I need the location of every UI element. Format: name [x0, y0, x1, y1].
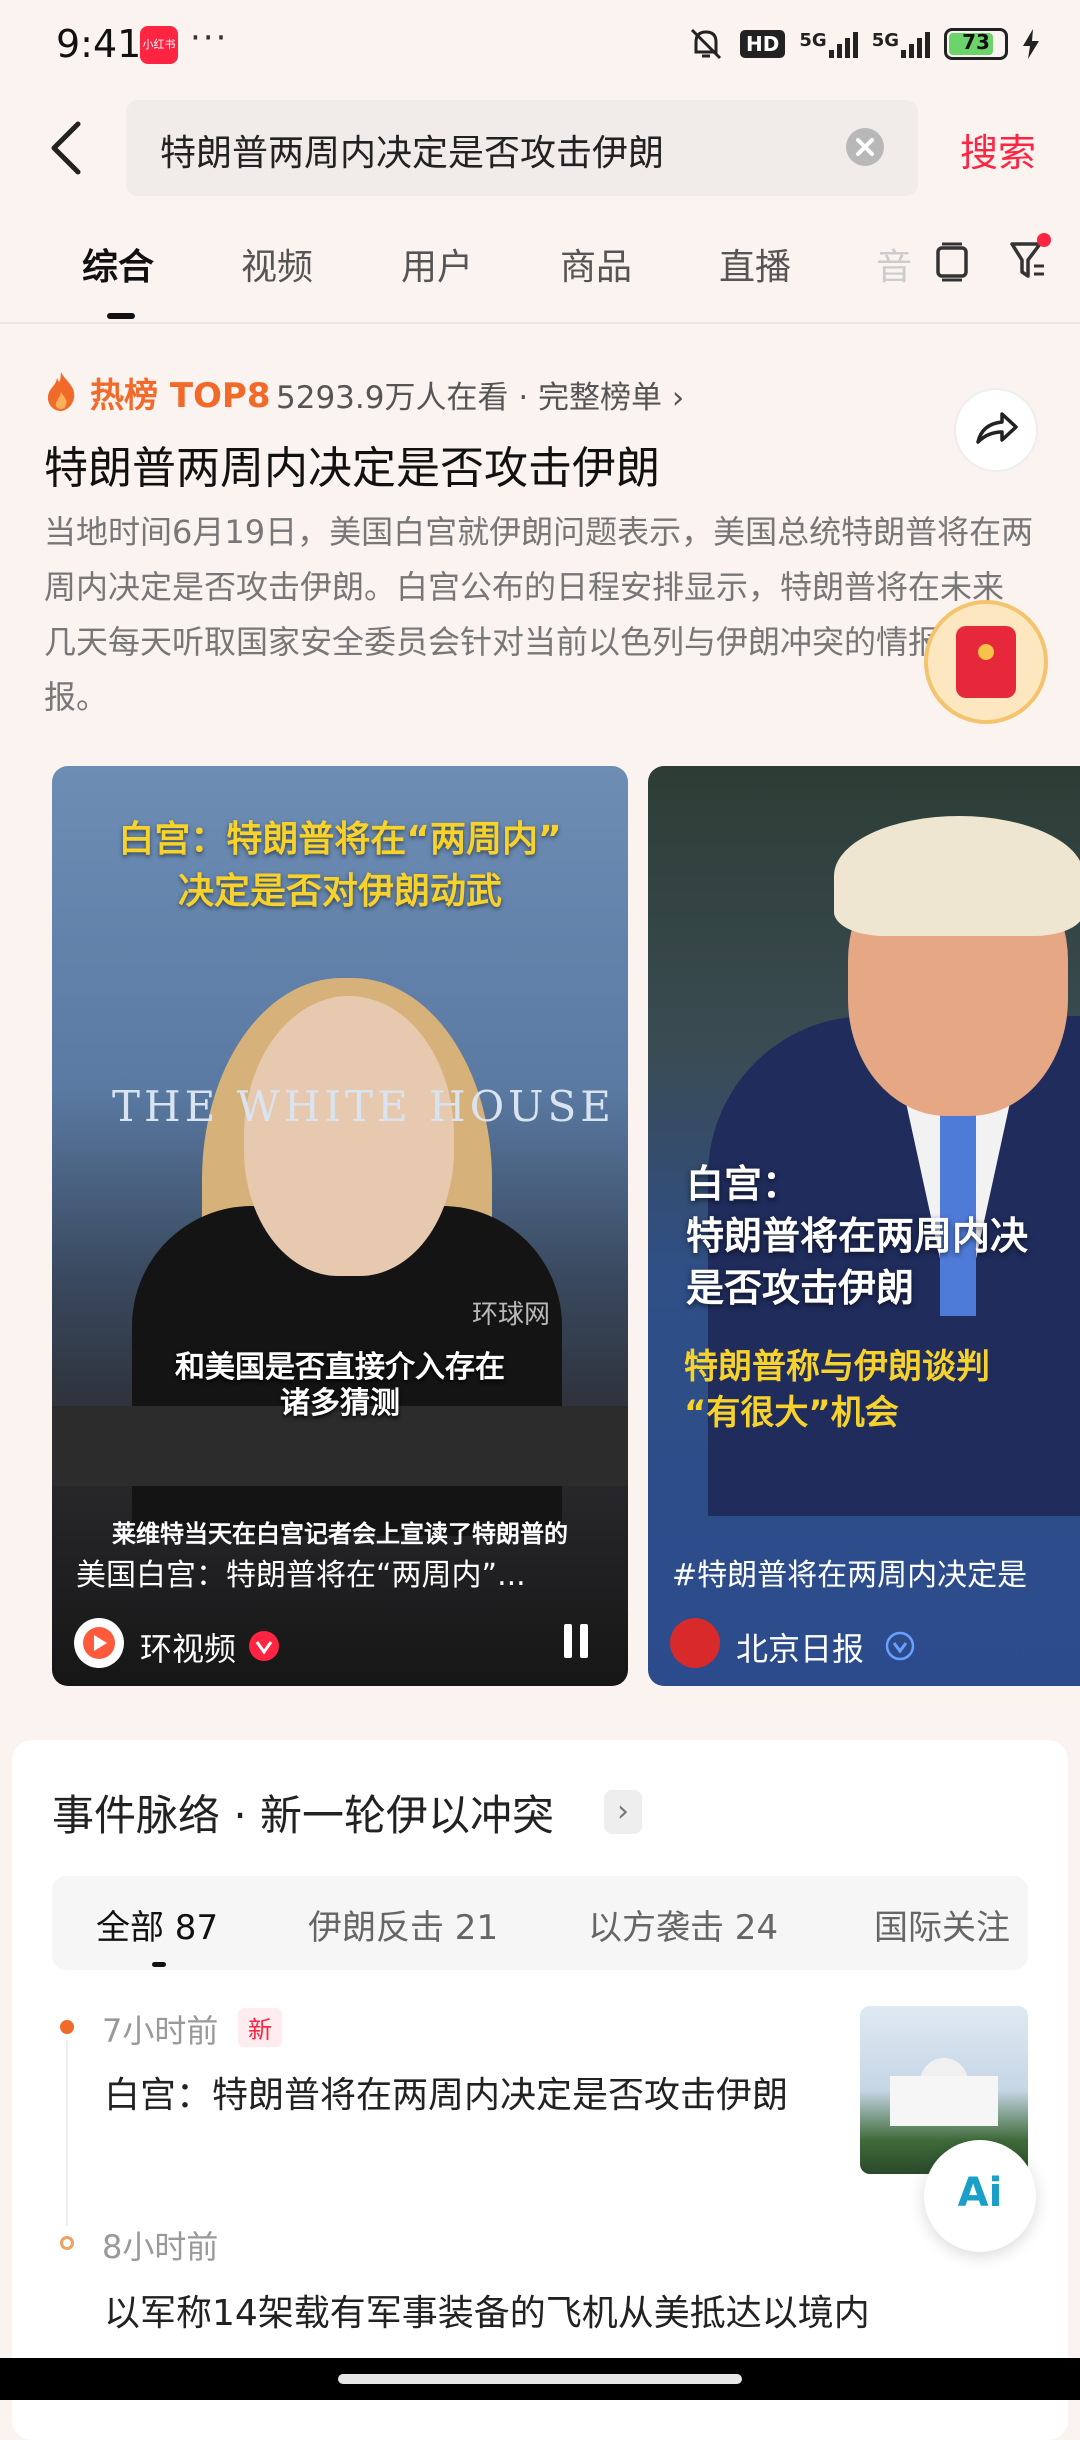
chevron-right-icon[interactable]: › — [604, 1790, 642, 1834]
ai-assistant-button[interactable]: Ai — [924, 2140, 1036, 2252]
author-name[interactable]: 北京日报 — [736, 1624, 864, 1670]
video-headline-line: 是否攻击伊朗 — [686, 1266, 915, 1310]
video-title: #特朗普将在两周内决定是 — [672, 1558, 1028, 1593]
hot-list-viewers-link[interactable]: 5293.9万人在看 · 完整榜单 › — [276, 372, 684, 417]
tab-live[interactable]: 直播 — [719, 238, 791, 290]
signal-bars-icon — [828, 30, 858, 58]
ai-icon: Ai — [957, 2170, 1003, 2216]
red-envelope-button[interactable] — [924, 600, 1048, 724]
status-bar: 9:41 小红书 ··· HD 5G 5G 73 — [0, 0, 1080, 90]
tabs-divider — [0, 322, 1080, 324]
active-tab-indicator — [107, 313, 135, 319]
video-title: 美国白宫：特朗普将在“两周内”... — [76, 1558, 526, 1593]
verified-blue-icon — [885, 1631, 915, 1661]
search-query-text[interactable]: 特朗普两周内决定是否攻击伊朗 — [160, 124, 664, 176]
new-badge: 新 — [238, 2008, 282, 2047]
video-card[interactable]: THE WHITE HOUSE 白宫：特朗普将在“两周内” 决定是否对伊朗动武 … — [52, 766, 628, 1686]
video-headline-line: 白宫：特朗普将在“两周内” — [118, 819, 562, 860]
author-name[interactable]: 环视频 — [140, 1624, 236, 1670]
pause-icon[interactable] — [564, 1624, 590, 1658]
timeline-item[interactable]: 以军称14架载有军事装备的飞机从美抵达以境内 — [104, 2284, 1004, 2336]
timeline-item[interactable]: 白宫：特朗普将在两周内决定是否攻击伊朗 — [104, 2068, 824, 2124]
hd-badge: HD — [740, 30, 786, 58]
timeline-title[interactable]: 事件脉络 · 新一轮伊以冲突 — [52, 1782, 554, 1843]
video-thumbnail-face — [244, 996, 454, 1276]
clock: 9:41 — [56, 22, 142, 66]
timeline-time: 7小时前 — [102, 2012, 219, 2050]
backdrop-text: THE WHITE HOUSE — [112, 1082, 615, 1131]
video-headline-line: 特朗普将在两周内决 — [686, 1214, 1029, 1258]
video-headline: 白宫：特朗普将在“两周内” 决定是否对伊朗动武 — [52, 814, 628, 918]
signal-bars-icon — [901, 30, 930, 58]
timeline-dot — [60, 2236, 74, 2250]
filter-international[interactable]: 国际关注 — [874, 1900, 1010, 1949]
tab-users[interactable]: 用户 — [401, 238, 473, 290]
video-caption: 莱维特当天在白宫记者会上宣读了特朗普的 — [112, 1520, 568, 1548]
signal-2: 5G — [872, 30, 930, 58]
charging-bolt-icon — [1023, 29, 1039, 59]
video-thumbnail-hair — [834, 816, 1080, 936]
hot-list-rank[interactable]: 热榜 TOP8 — [90, 368, 271, 417]
status-icons: HD 5G 5G 73 — [686, 26, 1040, 62]
topic-title[interactable]: 特朗普两周内决定是否攻击伊朗 — [44, 432, 660, 496]
video-headline: 白宫： 特朗普将在两周内决 是否攻击伊朗 — [686, 1158, 1028, 1314]
home-indicator[interactable] — [338, 2374, 742, 2384]
video-headline-line: 白宫： — [686, 1162, 801, 1206]
author-avatar[interactable] — [670, 1618, 720, 1668]
close-icon — [856, 138, 874, 156]
topic-description: 当地时间6月19日，美国白宫就伊朗问题表示，美国总统特朗普将在两周内决定是否攻击… — [44, 513, 1034, 716]
signal-1: 5G — [799, 30, 858, 58]
network-type-2: 5G — [871, 30, 899, 51]
timeline-time: 8小时前 — [102, 2228, 219, 2266]
red-envelope-icon — [956, 626, 1016, 698]
video-subtitle: 特朗普称与伊朗谈判 “有很大”机会 — [684, 1344, 990, 1436]
share-arrow-icon — [976, 412, 1018, 444]
share-button[interactable] — [954, 388, 1038, 472]
filter-iran-counterattack[interactable]: 伊朗反击 21 — [308, 1900, 498, 1949]
battery-icon: 73 — [944, 28, 1008, 60]
mute-bell-icon — [690, 28, 722, 60]
filter-icon[interactable] — [1006, 232, 1054, 284]
source-watermark: 环球网 — [472, 1300, 551, 1330]
video-subtitle: 和美国是否直接介入存在 诸多猜测 — [52, 1350, 628, 1422]
huan-video-logo-icon — [83, 1627, 115, 1659]
video-subtitle-line: 和美国是否直接介入存在 — [175, 1350, 505, 1385]
xiaohongshu-app-icon: 小红书 — [140, 26, 178, 64]
filter-all[interactable]: 全部 87 — [96, 1900, 218, 1949]
network-type-1: 5G — [799, 30, 827, 51]
search-button[interactable]: 搜索 — [960, 122, 1036, 177]
flame-icon — [47, 372, 75, 411]
tab-products[interactable]: 商品 — [560, 238, 632, 290]
active-filter-indicator — [152, 1962, 166, 1967]
layout-toggle-icon[interactable] — [932, 240, 972, 284]
tab-video[interactable]: 视频 — [241, 238, 313, 290]
timeline-dot — [60, 2020, 74, 2034]
video-subtitle-line: 诸多猜测 — [280, 1386, 400, 1421]
video-card[interactable]: 白宫： 特朗普将在两周内决 是否攻击伊朗 特朗普称与伊朗谈判 “有很大”机会 #… — [648, 766, 1080, 1686]
battery-level: 73 — [962, 30, 990, 54]
video-headline-line: 决定是否对伊朗动武 — [177, 871, 502, 912]
timeline-line — [66, 2040, 68, 2226]
verified-red-icon — [249, 1631, 279, 1661]
filter-israel-attack[interactable]: 以方袭击 24 — [588, 1900, 778, 1949]
tab-audio[interactable]: 音 — [876, 238, 912, 290]
author-avatar[interactable] — [74, 1618, 124, 1668]
more-notifications-icon: ··· — [190, 18, 229, 58]
video-subtitle-line: 特朗普称与伊朗谈判 — [684, 1347, 990, 1387]
video-subtitle-line: “有很大”机会 — [684, 1393, 899, 1433]
back-arrow-icon[interactable] — [46, 118, 86, 178]
tab-all[interactable]: 综合 — [82, 238, 154, 290]
clear-search-button[interactable] — [846, 128, 884, 166]
